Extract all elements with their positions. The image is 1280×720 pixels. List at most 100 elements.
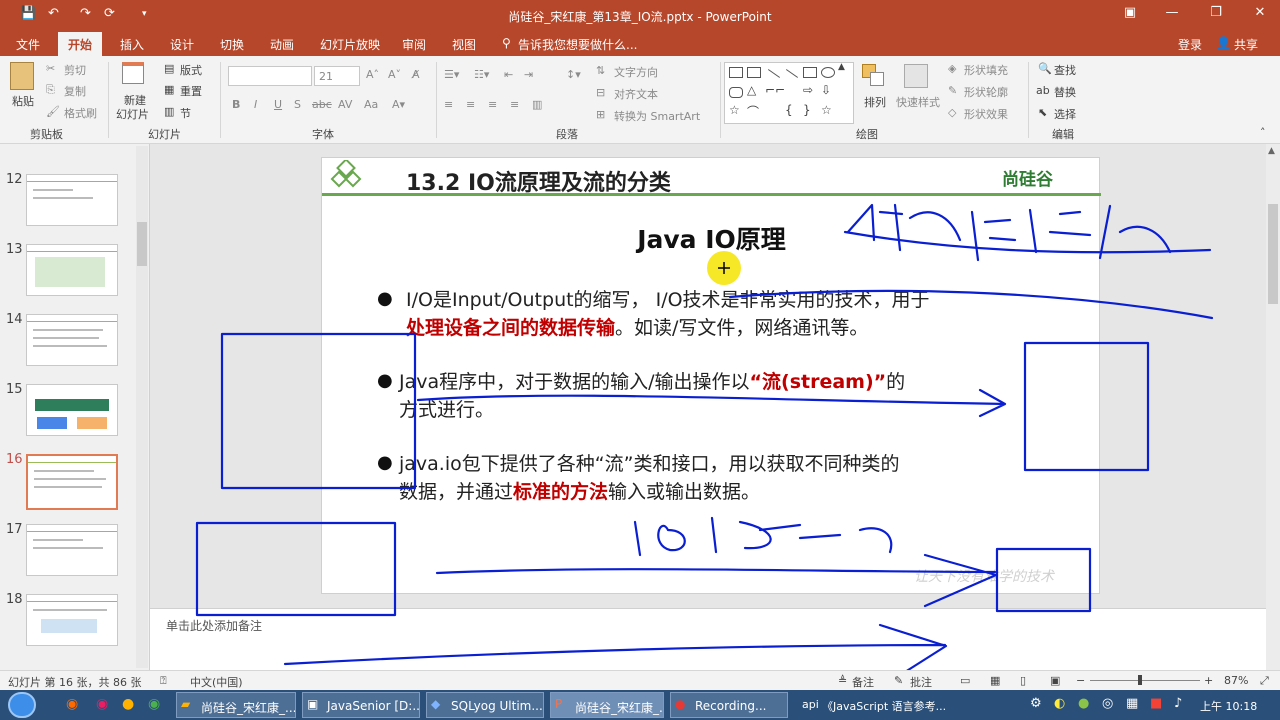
format-painter-button[interactable]: 格式刷	[64, 105, 97, 121]
slide-sorter-icon[interactable]: ▦	[990, 674, 1000, 687]
line-shape-icon[interactable]	[767, 69, 781, 78]
zoom-out-icon[interactable]: −	[1076, 674, 1085, 687]
star-shape-icon[interactable]: ☆	[729, 103, 740, 117]
reset-button[interactable]: 重置	[180, 83, 202, 99]
start-button-icon[interactable]	[8, 692, 36, 718]
language-status[interactable]: 中文(中国)	[190, 674, 243, 690]
indent-decrease-icon[interactable]: ⇤	[504, 68, 513, 81]
numbering-icon[interactable]: ☷▾	[474, 68, 489, 81]
tab-design[interactable]: 设计	[170, 36, 194, 53]
replace-button[interactable]: 替换	[1054, 84, 1076, 100]
quick-styles-icon[interactable]	[904, 64, 928, 88]
collapse-ribbon-icon[interactable]: ˄	[1260, 126, 1266, 139]
reading-view-icon[interactable]: ▯	[1020, 674, 1026, 687]
underline-button[interactable]: U	[274, 98, 282, 111]
clock[interactable]: 上午 10:18	[1200, 698, 1257, 714]
taskbar-item[interactable]: ◆ SQLyog Ultim...	[426, 692, 544, 718]
shape-outline-button[interactable]: 形状轮廓	[964, 84, 1008, 100]
columns-icon[interactable]: ▥	[532, 98, 542, 111]
shrink-font-icon[interactable]: A˅	[388, 68, 401, 81]
taskbar-item-active[interactable]: P 尚硅谷_宋红康_...	[550, 692, 664, 718]
normal-view-icon[interactable]: ▭	[960, 674, 970, 687]
quick-styles-button[interactable]: 快速样式	[896, 94, 940, 110]
smartart-button[interactable]: 转换为 SmartArt	[614, 108, 700, 124]
paste-button[interactable]: 粘贴	[12, 93, 34, 109]
slide-thumbnail[interactable]	[26, 594, 118, 646]
app-icon[interactable]: ◉	[96, 696, 108, 712]
login-link[interactable]: 登录	[1178, 36, 1202, 53]
slide-thumbnail[interactable]	[26, 384, 118, 436]
slide-thumbnail[interactable]	[26, 524, 118, 576]
close-icon[interactable]: ✕	[1248, 5, 1272, 20]
taskbar-item[interactable]: ● Recording...	[670, 692, 788, 718]
star-5-shape-icon[interactable]: ☆	[821, 103, 832, 117]
clear-format-icon[interactable]: A̸	[412, 68, 420, 81]
textbox-vertical-shape-icon[interactable]	[747, 67, 761, 78]
shape-effects-button[interactable]: 形状效果	[964, 106, 1008, 122]
notes-pane[interactable]: 单击此处添加备注	[150, 608, 1266, 670]
tray-icon[interactable]: ⚙	[1030, 696, 1042, 711]
align-text-button[interactable]: 对齐文本	[614, 86, 658, 102]
arrange-icon[interactable]	[862, 64, 886, 88]
tab-review[interactable]: 审阅	[402, 36, 426, 53]
grow-font-icon[interactable]: A˄	[366, 68, 379, 81]
share-button[interactable]: 共享	[1234, 36, 1258, 53]
tray-icon[interactable]: ◎	[1102, 696, 1113, 711]
tray-icon[interactable]: ◐	[1054, 696, 1065, 711]
tab-home[interactable]: 开始	[58, 32, 103, 56]
tray-icon[interactable]: ●	[1078, 696, 1089, 711]
minimize-icon[interactable]: —	[1160, 5, 1184, 20]
arrow-shape-icon[interactable]	[785, 69, 799, 78]
slide[interactable]: 13.2 IO流原理及流的分类 尚硅谷 Java IO原理 ● I/O是Inpu…	[321, 157, 1101, 594]
tab-insert[interactable]: 插入	[120, 36, 144, 53]
fit-to-window-icon[interactable]: ⤢	[1260, 674, 1269, 688]
app-icon[interactable]: ◉	[66, 696, 78, 712]
gallery-scroll-icon[interactable]: ▲	[838, 62, 845, 72]
notes-placeholder[interactable]: 单击此处添加备注	[166, 617, 262, 634]
slide-thumbnail[interactable]	[26, 174, 118, 226]
zoom-in-icon[interactable]: +	[1204, 674, 1213, 687]
new-slide-label-2[interactable]: 幻灯片	[116, 106, 149, 122]
arrow-down-shape-icon[interactable]: ⇩	[821, 83, 831, 97]
tab-animations[interactable]: 动画	[270, 36, 294, 53]
ribbon-display-icon[interactable]: ▣	[1118, 5, 1142, 20]
arrange-button[interactable]: 排列	[864, 94, 886, 110]
brace-right-shape-icon[interactable]: }	[803, 103, 811, 117]
triangle-shape-icon[interactable]: △	[747, 83, 756, 97]
shapes-gallery[interactable]: △ ⌐⌐ ⇨ ⇩ ☆ ⌒ { } ☆	[724, 62, 854, 124]
slide-scrollbar[interactable]: ▲	[1266, 144, 1280, 670]
app-icon[interactable]: ●	[122, 696, 134, 712]
align-left-icon[interactable]: ≡	[444, 98, 453, 111]
oval-shape-icon[interactable]	[821, 67, 835, 78]
font-size-select[interactable]: 21	[314, 66, 360, 86]
browser-tab[interactable]: 《JavaScript 语言参考...	[822, 698, 946, 714]
tell-me-search[interactable]: 告诉我您想要做什么...	[518, 36, 637, 53]
volume-icon[interactable]: ♪	[1174, 696, 1182, 711]
find-button[interactable]: 查找	[1054, 62, 1076, 78]
connector-shape-icon[interactable]: ⌐⌐	[765, 83, 785, 97]
taskbar-item[interactable]: ▰ 尚硅谷_宋红康_...	[176, 692, 296, 718]
curve-shape-icon[interactable]: ⌒	[747, 103, 759, 120]
align-right-icon[interactable]: ≡	[488, 98, 497, 111]
cut-button[interactable]: 剪切	[64, 62, 86, 78]
justify-icon[interactable]: ≡	[510, 98, 519, 111]
thumbnails-scrollbar[interactable]	[136, 146, 148, 668]
shape-fill-button[interactable]: 形状填充	[964, 62, 1008, 78]
char-spacing-button[interactable]: AV	[338, 98, 352, 111]
align-center-icon[interactable]: ≡	[466, 98, 475, 111]
slideshow-icon[interactable]: ▣	[1050, 674, 1060, 687]
scroll-thumb[interactable]	[1268, 204, 1278, 304]
taskbar-item[interactable]: ▣ JavaSenior [D:...	[302, 692, 420, 718]
chrome-icon[interactable]: ◉	[148, 696, 160, 712]
text-direction-button[interactable]: 文字方向	[614, 64, 658, 80]
new-slide-icon[interactable]	[122, 62, 144, 84]
slide-thumbnail[interactable]	[26, 244, 118, 296]
slide-thumbnail-selected[interactable]	[26, 454, 118, 510]
tab-slideshow[interactable]: 幻灯片放映	[320, 36, 380, 53]
brace-left-shape-icon[interactable]: {	[785, 103, 793, 117]
api-label[interactable]: api	[802, 698, 819, 711]
shadow-button[interactable]: S	[294, 98, 301, 111]
rounded-rect-shape-icon[interactable]	[729, 87, 743, 98]
zoom-level[interactable]: 87%	[1224, 674, 1248, 687]
indent-increase-icon[interactable]: ⇥	[524, 68, 533, 81]
